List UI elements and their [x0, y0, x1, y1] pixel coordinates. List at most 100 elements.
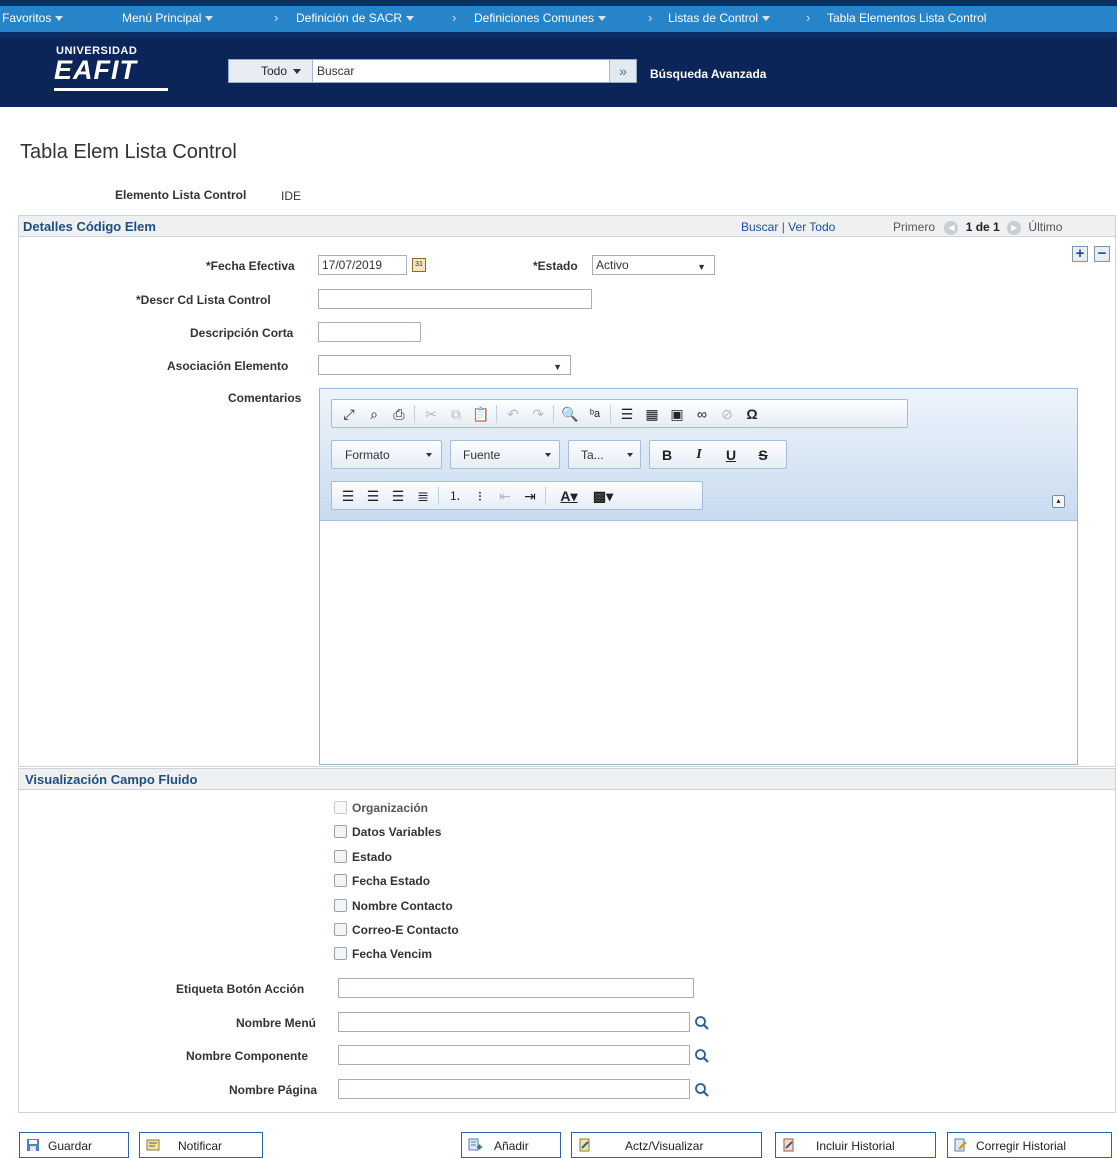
calendar-icon[interactable]: 31 — [412, 258, 426, 272]
background-color-icon[interactable]: ▩▾ — [588, 487, 618, 505]
print-icon[interactable]: ⎙ — [388, 405, 410, 423]
paste-icon[interactable]: 📋 — [470, 405, 492, 423]
copy-icon[interactable]: ⧉ — [445, 405, 467, 423]
menu-name-field[interactable] — [338, 1012, 690, 1032]
add-row-icon[interactable]: + — [1072, 246, 1088, 262]
checkbox-icon[interactable] — [334, 825, 347, 838]
include-history-button[interactable]: Incluir Historial — [775, 1132, 936, 1158]
page-name-label: Nombre Página — [229, 1083, 318, 1097]
checkbox-icon[interactable] — [334, 923, 347, 936]
comments-editor: ⤢ ⌕ ⎙ ✂ ⧉ 📋 ↶ ↷ 🔍 ᵇa ☰ ▦ ▣ ∞ ⊘ Ω Formato — [319, 388, 1078, 765]
numbered-list-icon[interactable]: ⒈ — [444, 487, 466, 505]
strikethrough-icon[interactable]: S — [752, 446, 774, 464]
unlink-icon[interactable]: ⊘ — [716, 405, 738, 423]
page-title: Tabla Elem Lista Control — [20, 141, 237, 163]
page-name-field[interactable] — [338, 1079, 690, 1099]
notify-button[interactable]: Notificar — [139, 1132, 263, 1158]
advanced-search-link[interactable]: Búsqueda Avanzada — [650, 67, 766, 81]
checkbox-due-date[interactable]: Fecha Vencim — [334, 947, 432, 961]
checkbox-contact-name[interactable]: Nombre Contacto — [334, 899, 453, 913]
image-icon[interactable]: ▣ — [666, 405, 688, 423]
action-label-field[interactable] — [338, 978, 694, 998]
format-combo[interactable]: Formato — [331, 440, 442, 469]
breadcrumb-item-common[interactable]: Definiciones Comunes — [474, 11, 607, 25]
bold-icon[interactable]: B — [656, 446, 678, 464]
outdent-icon[interactable]: ⇤ — [494, 487, 516, 505]
checkbox-icon[interactable] — [334, 947, 347, 960]
favorites-menu[interactable]: Favoritos — [2, 11, 64, 25]
update-display-button[interactable]: Actz/Visualizar — [571, 1132, 762, 1158]
justify-icon[interactable]: ≣ — [412, 487, 434, 505]
undo-icon[interactable]: ↶ — [502, 405, 524, 423]
breadcrumb-item-lists[interactable]: Listas de Control — [668, 11, 771, 25]
maximize-icon[interactable]: ⤢ — [338, 405, 360, 423]
save-button[interactable]: Guardar — [19, 1132, 129, 1158]
find-icon[interactable]: 🔍 — [559, 405, 581, 423]
special-char-icon[interactable]: Ω — [741, 405, 763, 423]
correct-history-button[interactable]: Corregir Historial — [947, 1132, 1112, 1158]
horizontal-rule-icon[interactable]: ☰ — [616, 405, 638, 423]
delete-row-icon[interactable]: − — [1094, 246, 1110, 262]
toolbar-divider — [496, 405, 497, 423]
search-link[interactable]: Buscar — [741, 220, 778, 234]
search-go-button[interactable]: » — [609, 60, 636, 82]
checkbox-contact-email[interactable]: Correo-E Contacto — [334, 923, 459, 937]
chevron-down-icon: ▼ — [697, 262, 706, 272]
search-input[interactable] — [315, 61, 607, 81]
underline-icon[interactable]: U — [720, 446, 742, 464]
preview-icon[interactable]: ⌕ — [363, 405, 385, 423]
effective-date-field[interactable]: 17/07/2019 — [318, 255, 407, 275]
align-center-icon[interactable]: ☰ — [362, 487, 384, 505]
style-group: B I U S — [649, 440, 787, 469]
chevron-down-icon — [426, 453, 432, 457]
table-icon[interactable]: ▦ — [641, 405, 663, 423]
breadcrumb-item-current: Tabla Elementos Lista Control — [827, 11, 987, 25]
component-name-field[interactable] — [338, 1045, 690, 1065]
lookup-icon[interactable] — [694, 1082, 710, 1098]
text-color-icon[interactable]: A▾ — [554, 487, 584, 505]
assoc-select[interactable]: ▼ — [318, 355, 571, 375]
bullet-list-icon[interactable]: ⁝ — [469, 487, 491, 505]
short-descr-field[interactable] — [318, 322, 421, 342]
link-separator: | — [781, 220, 785, 234]
italic-icon[interactable]: I — [688, 446, 710, 464]
checkbox-icon[interactable] — [334, 899, 347, 912]
align-left-icon[interactable]: ☰ — [337, 487, 359, 505]
checkbox-status[interactable]: Estado — [334, 850, 392, 864]
previous-icon[interactable]: ◀ — [944, 220, 959, 235]
collapse-toolbar-icon[interactable]: ▲ — [1052, 495, 1065, 508]
cut-icon[interactable]: ✂ — [420, 405, 442, 423]
chevron-down-icon — [406, 16, 415, 22]
editor-toolbar: ⤢ ⌕ ⎙ ✂ ⧉ 📋 ↶ ↷ 🔍 ᵇa ☰ ▦ ▣ ∞ ⊘ Ω Formato — [320, 389, 1077, 521]
view-all-link[interactable]: Ver Todo — [788, 220, 835, 234]
chevron-down-icon — [627, 453, 633, 457]
descr-field[interactable] — [318, 289, 592, 309]
link-icon[interactable]: ∞ — [691, 405, 713, 423]
font-combo[interactable]: Fuente — [450, 440, 560, 469]
align-right-icon[interactable]: ☰ — [387, 487, 409, 505]
status-select[interactable]: Activo ▼ — [592, 255, 715, 275]
checkbox-variable-data[interactable]: Datos Variables — [334, 825, 441, 839]
size-combo[interactable]: Ta... — [568, 440, 641, 469]
lookup-icon[interactable] — [694, 1048, 710, 1064]
lookup-icon[interactable] — [694, 1015, 710, 1031]
checkbox-organization[interactable]: Organización — [334, 801, 428, 815]
last-link[interactable]: Último — [1028, 220, 1062, 234]
toolbar-row-1: ⤢ ⌕ ⎙ ✂ ⧉ 📋 ↶ ↷ 🔍 ᵇa ☰ ▦ ▣ ∞ ⊘ Ω — [331, 399, 908, 428]
replace-icon[interactable]: ᵇa — [584, 405, 606, 423]
next-icon[interactable]: ▶ — [1007, 220, 1022, 235]
redo-icon[interactable]: ↷ — [527, 405, 549, 423]
main-menu[interactable]: Menú Principal — [122, 11, 214, 25]
element-label: Elemento Lista Control — [115, 188, 247, 202]
first-link[interactable]: Primero — [893, 220, 935, 234]
indent-icon[interactable]: ⇥ — [519, 487, 541, 505]
checkbox-icon[interactable] — [334, 874, 347, 887]
add-button[interactable]: Añadir — [461, 1132, 561, 1158]
search-scope-select[interactable]: Todo — [229, 60, 313, 82]
breadcrumb-item-sacr[interactable]: Definición de SACR — [296, 11, 415, 25]
checkbox-status-date[interactable]: Fecha Estado — [334, 874, 430, 888]
component-name-label: Nombre Componente — [186, 1049, 309, 1063]
checkbox-icon[interactable] — [334, 801, 347, 814]
header-banner: UNIVERSIDAD EAFIT Todo » Búsqueda Avanza… — [0, 38, 1117, 107]
checkbox-icon[interactable] — [334, 850, 347, 863]
